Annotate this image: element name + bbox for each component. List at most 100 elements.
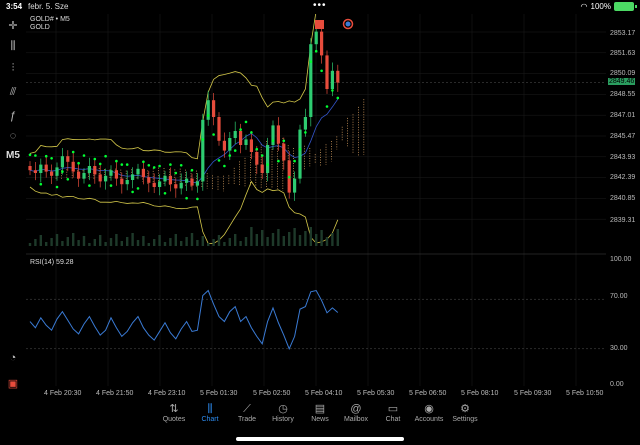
- tab-label: News: [311, 416, 329, 423]
- sar-dot: [66, 178, 70, 181]
- tab-chat[interactable]: ▭ Chat: [375, 402, 411, 423]
- candle-body: [239, 131, 243, 145]
- time-tick: 5 Feb 05:30: [357, 390, 395, 397]
- volume-bar: [234, 234, 237, 246]
- chart-canvas[interactable]: [26, 14, 606, 394]
- crosshair-icon[interactable]: ✛: [5, 18, 21, 34]
- line-type-icon[interactable]: ⫻: [5, 84, 21, 100]
- sar-dot: [260, 154, 264, 157]
- candle-body: [66, 156, 70, 162]
- status-bar: 3:54 febr. 5. Sze ••• ◠ 100%: [0, 0, 640, 14]
- sar-dot: [158, 164, 161, 168]
- candle-body: [114, 170, 118, 179]
- volume-bar: [50, 238, 53, 246]
- tab-label: Trade: [237, 416, 257, 423]
- time-tick: 5 Feb 02:50: [253, 390, 291, 397]
- tab-mailbox[interactable]: @ Mailbox: [338, 402, 374, 423]
- sar-dot: [50, 157, 53, 160]
- candle-body: [158, 181, 162, 187]
- volume-bar: [66, 237, 69, 246]
- price-axis[interactable]: 2853.17 2851.63 2850.09 2849.46 2848.55 …: [606, 14, 640, 394]
- price-tick: 2843.93: [610, 154, 636, 161]
- lower-band-line: [29, 180, 339, 244]
- price-tick: 2848.55: [610, 91, 636, 98]
- timeframe-button[interactable]: M5: [5, 148, 21, 164]
- sar-dot: [282, 139, 286, 143]
- sar-dot: [255, 147, 259, 151]
- sar-dot: [196, 197, 199, 201]
- tab-history[interactable]: ◷ History: [265, 402, 301, 423]
- tab-accounts[interactable]: ◉ Accounts: [411, 402, 447, 423]
- left-toolbar: ✛ ⫼ ⫶ ⫻ ƒ ◌ M5 ◔ ▣: [0, 14, 26, 394]
- volume-bar: [39, 235, 42, 246]
- candle-body: [77, 171, 81, 179]
- time-tick: 4 Feb 21:50: [96, 390, 134, 397]
- volume-bar: [271, 233, 275, 246]
- candle-body: [98, 174, 102, 182]
- volume-bar: [136, 240, 140, 246]
- candle-body: [266, 145, 270, 173]
- tab-settings[interactable]: ⚙ Settings: [447, 402, 483, 423]
- time-tick: 5 Feb 08:10: [461, 390, 499, 397]
- candle-body: [336, 70, 340, 83]
- candle-body: [93, 166, 97, 175]
- candle-body: [244, 139, 248, 145]
- objects-icon[interactable]: ◌: [5, 128, 21, 144]
- tab-label: History: [272, 416, 294, 423]
- bar-type-icon[interactable]: ⫶: [5, 60, 21, 76]
- rsi-tick: 0.00: [610, 381, 624, 388]
- tab-news[interactable]: ▤ News: [302, 402, 338, 423]
- sar-dot: [233, 149, 237, 152]
- indicators-icon[interactable]: ƒ: [5, 108, 21, 124]
- settings-icon: ⚙: [460, 403, 470, 415]
- price-tick: 2842.39: [610, 174, 636, 181]
- volume-bar: [217, 235, 221, 246]
- sar-dot: [120, 163, 124, 166]
- candle-body: [298, 129, 302, 179]
- volume-bar: [163, 242, 167, 246]
- candle-body: [82, 173, 86, 179]
- volume-bar: [250, 227, 253, 246]
- sar-dot: [147, 164, 151, 167]
- candle-body: [185, 178, 189, 183]
- candle-body: [314, 31, 318, 45]
- volume-bar: [45, 242, 48, 246]
- price-tick: 2850.09: [610, 70, 636, 77]
- trade-icon: ⟋: [243, 403, 251, 415]
- tab-label: Quotes: [162, 416, 186, 423]
- sar-dot: [190, 168, 194, 172]
- candle-body: [174, 184, 178, 189]
- price-tick: 2840.85: [610, 195, 636, 202]
- sar-dot: [217, 159, 221, 162]
- sar-dot: [71, 150, 75, 154]
- candlestick-type-icon[interactable]: ⫼: [5, 38, 21, 54]
- candle-body: [309, 44, 313, 118]
- volume-bars: [28, 227, 339, 246]
- tab-label: Mailbox: [343, 416, 369, 423]
- one-click-trade-icon[interactable]: ▣: [5, 376, 21, 392]
- quotes-icon: ⇅: [169, 403, 179, 415]
- tab-trade[interactable]: ⟋ Trade: [229, 402, 265, 423]
- volume-bar: [190, 233, 194, 246]
- sar-dot: [277, 159, 280, 163]
- volume-bar: [331, 233, 334, 246]
- candle-body: [55, 167, 59, 176]
- sar-dot: [250, 131, 253, 134]
- multitask-dots-icon[interactable]: •••: [313, 0, 327, 11]
- volume-bar: [34, 239, 37, 246]
- rsi-tick: 100.00: [610, 256, 632, 263]
- candle-body: [190, 178, 194, 186]
- candle-body: [168, 175, 172, 185]
- tab-chart[interactable]: ⫼ Chart: [192, 402, 228, 423]
- history-icon: ◷: [278, 403, 288, 415]
- sar-dot: [239, 128, 242, 131]
- time-tick: 5 Feb 09:30: [514, 390, 552, 397]
- candle-body: [50, 171, 54, 176]
- volume-bar: [93, 239, 96, 246]
- volume-bar: [142, 236, 145, 246]
- sar-dot: [212, 133, 215, 136]
- scroll-chart-icon[interactable]: ◔: [5, 350, 21, 366]
- tab-quotes[interactable]: ⇅ Quotes: [156, 402, 192, 423]
- candle-body: [320, 31, 324, 56]
- volume-bar: [255, 234, 258, 246]
